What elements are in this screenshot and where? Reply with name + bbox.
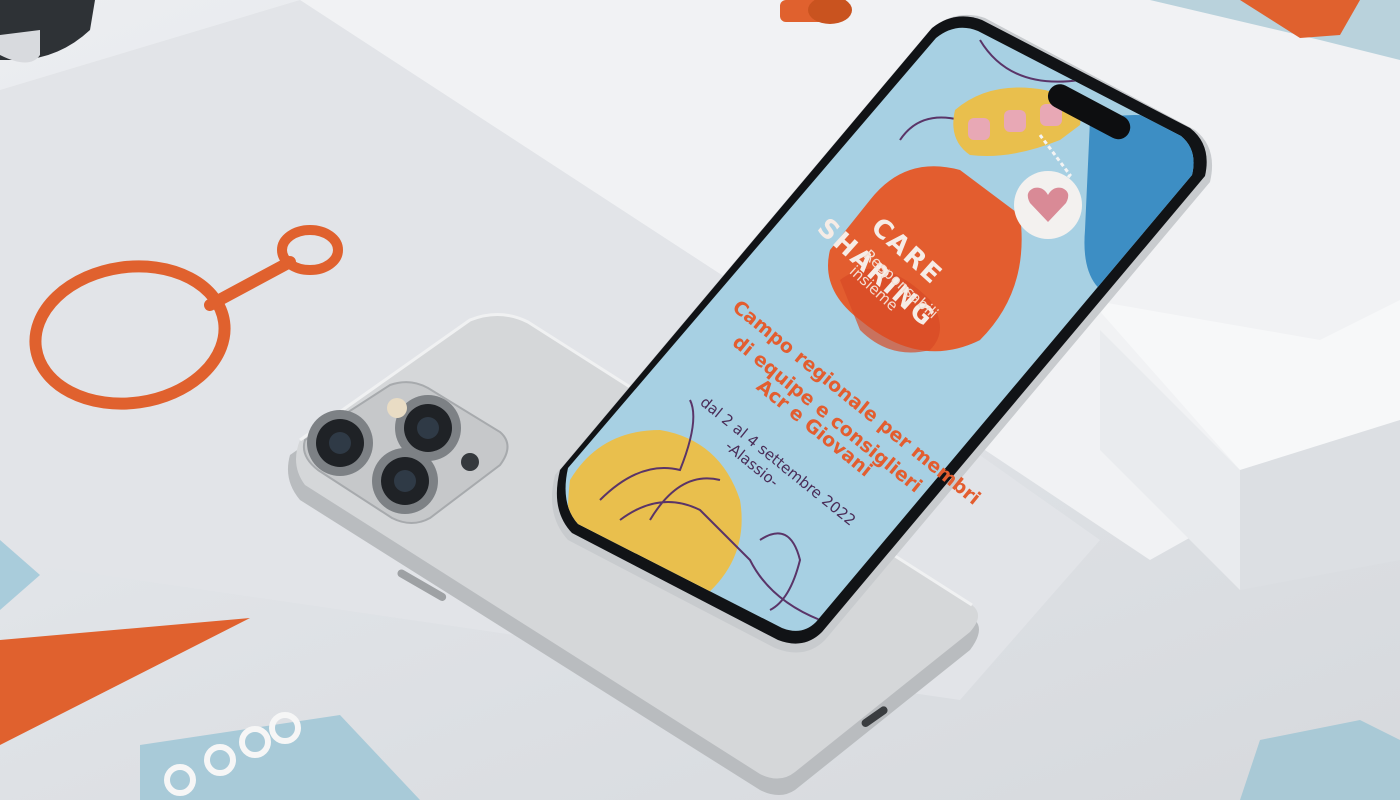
mockup-scene: CARE SHARING Responsabili insieme Campo … — [0, 0, 1400, 800]
camera-flash — [387, 398, 407, 418]
blue-block-bottom-right — [1240, 720, 1400, 800]
orange-triangle — [0, 618, 250, 745]
scene-illustration — [0, 0, 1400, 800]
camera-sensor — [461, 453, 479, 471]
blue-notebook — [140, 715, 420, 800]
